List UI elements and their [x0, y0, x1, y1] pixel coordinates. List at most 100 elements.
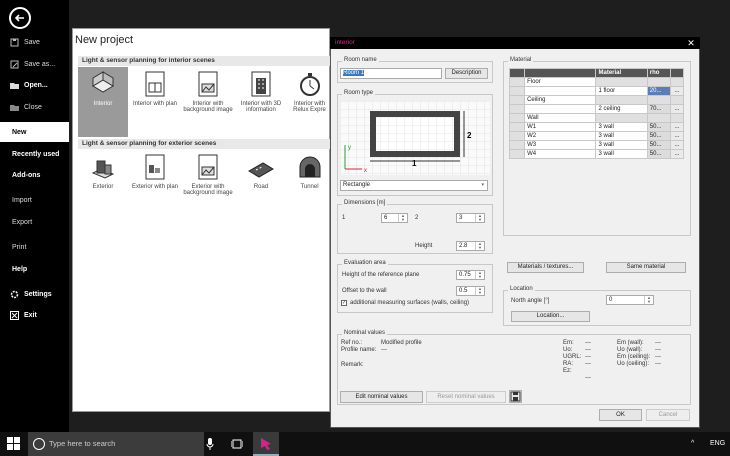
- offset-wall-input[interactable]: 0.5 ▲ ▼: [456, 286, 485, 296]
- room-type-select[interactable]: Rectangle ▾: [340, 180, 488, 191]
- tile-exterior[interactable]: Exterior: [78, 150, 128, 220]
- interior-section-header: Light & sensor planning for interior sce…: [78, 56, 334, 66]
- table-row[interactable]: W3 3 wall 50......: [508, 140, 685, 150]
- browse-material-button[interactable]: ...: [669, 149, 685, 159]
- microphone-icon[interactable]: [206, 438, 214, 450]
- uo-ceiling-value: ---: [655, 361, 661, 367]
- task-view-icon[interactable]: [230, 438, 244, 450]
- measuring-surfaces-label: additional measuring surfaces (walls, ce…: [350, 300, 470, 306]
- tile-interior[interactable]: Interior: [78, 67, 128, 137]
- tile-interior-with-relux-express[interactable]: Interior with Relux Expre: [289, 67, 330, 137]
- table-row[interactable]: 1 floor 20......: [508, 86, 685, 96]
- spinner-icon[interactable]: ▲ ▼: [475, 271, 484, 279]
- table-row[interactable]: W2 3 wall 50......: [508, 131, 685, 141]
- building-3d-icon: [247, 70, 275, 98]
- table-row[interactable]: W1 3 wall 50......: [508, 122, 685, 132]
- tile-exterior-with-plan[interactable]: Exterior with plan: [130, 150, 180, 220]
- dim1-input[interactable]: 6 ▲ ▼: [381, 213, 408, 223]
- windows-start-icon[interactable]: [7, 437, 21, 451]
- tile-road[interactable]: Road: [236, 150, 286, 220]
- table-row[interactable]: 2 ceiling 70......: [508, 104, 685, 114]
- table-row[interactable]: Wall: [508, 113, 685, 123]
- north-angle-input[interactable]: 0 ▲ ▼: [606, 295, 654, 305]
- uo-ceiling-label: Uo (ceiling):: [617, 361, 650, 367]
- cortana-icon[interactable]: [33, 438, 45, 450]
- save-nominal-icon[interactable]: [509, 390, 522, 403]
- browse-material-button[interactable]: ...: [669, 122, 685, 132]
- sidebar-item-label: Open...: [24, 81, 48, 89]
- ez-label: Ez:: [563, 368, 572, 374]
- reset-nominal-values-button[interactable]: Reset nominal values: [426, 391, 506, 403]
- close-icon[interactable]: ✕: [684, 37, 698, 49]
- em-ceiling-value: ---: [655, 354, 661, 360]
- dim2-input[interactable]: 3 ▲ ▼: [456, 213, 485, 223]
- interior-room-icon: [89, 70, 117, 98]
- ugrl-value: ---: [585, 354, 591, 360]
- height-input[interactable]: 2.8 ▲ ▼: [456, 241, 485, 251]
- table-row[interactable]: Floor: [508, 77, 685, 87]
- tile-interior-with-plan[interactable]: Interior with plan: [130, 67, 180, 137]
- description-button[interactable]: Description: [445, 68, 488, 79]
- spinner-icon[interactable]: ▲ ▼: [475, 242, 484, 250]
- materials-textures-button[interactable]: Materials / textures...: [507, 262, 584, 273]
- sidebar-item-open[interactable]: Open...: [0, 76, 69, 94]
- ra-value: ---: [585, 361, 591, 367]
- sidebar-item-save-as[interactable]: Save as...: [0, 55, 69, 73]
- room-name-input[interactable]: Room 1: [340, 68, 442, 79]
- close-file-icon: [10, 103, 19, 112]
- cancel-button[interactable]: Cancel: [646, 409, 690, 421]
- browse-material-button[interactable]: ...: [669, 86, 685, 96]
- tile-exterior-with-background-image[interactable]: Exterior with background image: [183, 150, 233, 220]
- spinner-icon[interactable]: ▲ ▼: [644, 296, 653, 304]
- reference-plane-input[interactable]: 0.75 ▲ ▼: [456, 270, 485, 280]
- back-arrow-icon[interactable]: [9, 7, 31, 29]
- browse-material-button[interactable]: ...: [669, 104, 685, 114]
- sidebar-item-exit[interactable]: Exit: [0, 306, 69, 324]
- road-icon: [247, 153, 275, 181]
- dim2-label: 2: [415, 215, 419, 221]
- measuring-surfaces-checkbox[interactable]: ✓: [341, 300, 347, 306]
- axis-y-label: y: [348, 145, 351, 151]
- uo-wall-label: Uo (wall):: [617, 347, 643, 353]
- evaluation-area-label: Evaluation area: [342, 260, 388, 266]
- same-material-button[interactable]: Same material: [606, 262, 686, 273]
- tile-tunnel[interactable]: Tunnel: [289, 150, 330, 220]
- diagram-dim1-label: 1: [412, 159, 417, 168]
- sidebar-item-label: Settings: [24, 290, 52, 298]
- nominal-values-label: Nominal values: [342, 330, 388, 336]
- uo-value: ---: [585, 347, 591, 353]
- taskbar-search-input[interactable]: Type here to search: [28, 432, 204, 456]
- save-as-icon: [10, 60, 19, 69]
- tile-interior-with-3d-information[interactable]: Interior with 3D information: [236, 67, 286, 137]
- tile-label: Tunnel: [300, 184, 319, 190]
- browse-material-button[interactable]: ...: [669, 131, 685, 141]
- dialog-title: interior: [330, 37, 700, 49]
- location-button[interactable]: Location...: [511, 311, 590, 322]
- location-label: Location: [508, 286, 535, 292]
- sidebar-item-settings[interactable]: Settings: [0, 285, 69, 303]
- sidebar-item-label: Save as...: [24, 60, 56, 68]
- gear-icon: [10, 290, 19, 299]
- sidebar-item-close[interactable]: Close: [0, 98, 69, 116]
- spinner-icon[interactable]: ▲ ▼: [475, 214, 484, 222]
- spinner-icon[interactable]: ▲ ▼: [398, 214, 407, 222]
- language-indicator[interactable]: ENG: [710, 440, 725, 447]
- tile-label: Interior with background image: [183, 101, 233, 113]
- browse-material-button[interactable]: ...: [669, 140, 685, 150]
- table-row[interactable]: W4 3 wall 50......: [508, 149, 685, 159]
- sidebar-item-save[interactable]: Save: [0, 33, 69, 51]
- dimensions-label: Dimensions [m]: [342, 200, 388, 206]
- tile-interior-with-background-image[interactable]: Interior with background image: [183, 67, 233, 137]
- tile-label: Exterior with background image: [183, 184, 233, 196]
- stopwatch-icon: [296, 70, 324, 98]
- table-row[interactable]: Ceiling: [508, 95, 685, 105]
- edit-nominal-values-button[interactable]: Edit nominal values: [340, 391, 423, 403]
- room-name-label: Room name: [342, 57, 379, 63]
- ref-no-value: Modified profile: [381, 340, 422, 346]
- tunnel-icon: [296, 153, 324, 181]
- ok-button[interactable]: OK: [599, 409, 642, 421]
- spinner-icon[interactable]: ▲ ▼: [475, 287, 484, 295]
- chevron-up-icon[interactable]: ^: [691, 440, 699, 448]
- rho-column-header: rho: [646, 68, 671, 78]
- relux-taskbar-app[interactable]: [253, 432, 279, 456]
